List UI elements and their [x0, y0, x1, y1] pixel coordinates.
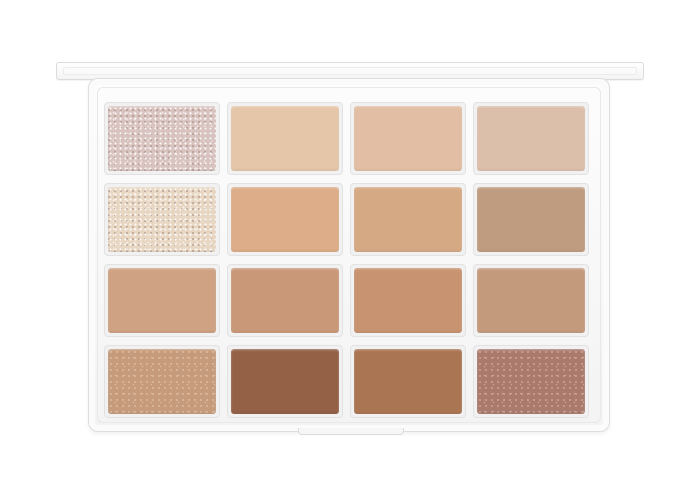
eyeshadow-pan-1 [108, 106, 216, 171]
eyeshadow-well [350, 183, 466, 256]
product-photo [0, 0, 700, 498]
eyeshadow-pan-9 [108, 268, 216, 333]
eyeshadow-pan-6 [231, 187, 339, 252]
eyeshadow-well [227, 345, 343, 418]
eyeshadow-pan-2 [231, 106, 339, 171]
eyeshadow-pan-13 [108, 349, 216, 414]
eyeshadow-pan-10 [231, 268, 339, 333]
eyeshadow-pan-7 [354, 187, 462, 252]
eyeshadow-well [104, 264, 220, 337]
eyeshadow-well [227, 183, 343, 256]
eyeshadow-pan-15 [354, 349, 462, 414]
palette-opening-tab [298, 428, 404, 435]
eyeshadow-well [227, 102, 343, 175]
eyeshadow-well [104, 183, 220, 256]
eyeshadow-pan-8 [477, 187, 585, 252]
eyeshadow-pan-14 [231, 349, 339, 414]
eyeshadow-well [473, 345, 589, 418]
eyeshadow-well [473, 183, 589, 256]
eyeshadow-grid [104, 102, 589, 418]
eyeshadow-well [473, 102, 589, 175]
eyeshadow-well [350, 102, 466, 175]
eyeshadow-well [227, 264, 343, 337]
eyeshadow-pan-11 [354, 268, 462, 333]
eyeshadow-well [473, 264, 589, 337]
eyeshadow-pan-3 [354, 106, 462, 171]
eyeshadow-pan-5 [108, 187, 216, 252]
eyeshadow-pan-4 [477, 106, 585, 171]
eyeshadow-well [104, 345, 220, 418]
eyeshadow-well [350, 345, 466, 418]
eyeshadow-well [104, 102, 220, 175]
eyeshadow-pan-12 [477, 268, 585, 333]
lid-inner-edge [63, 67, 637, 75]
eyeshadow-pan-16 [477, 349, 585, 414]
eyeshadow-well [350, 264, 466, 337]
